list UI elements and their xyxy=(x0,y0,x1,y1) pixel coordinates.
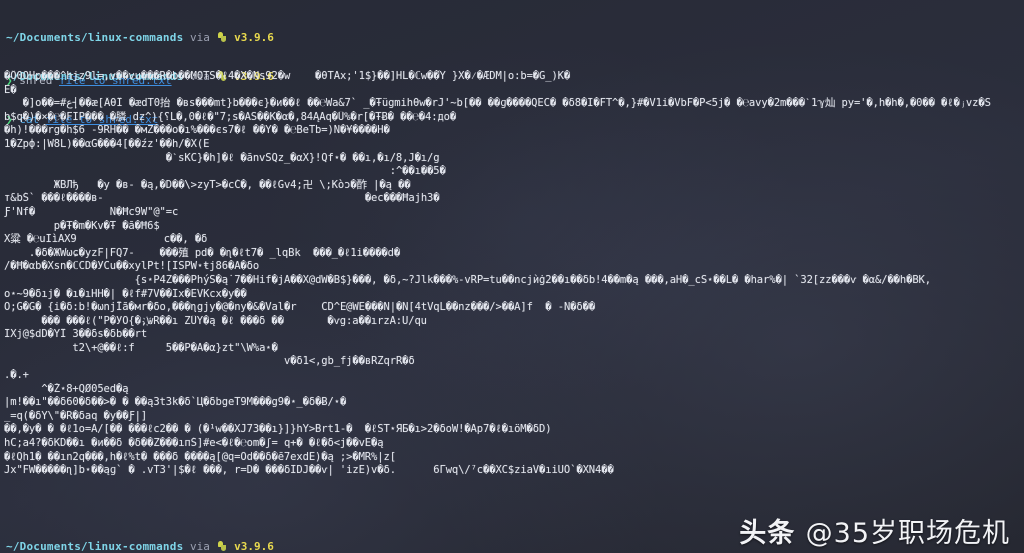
watermark-handle: @35岁职场危机 xyxy=(805,518,1010,550)
watermark-brand: 头条 xyxy=(739,518,796,550)
output-line: v�δ1<,gb_fj��вRZqrR�δ xyxy=(4,355,415,368)
output-line: .�δ�ЖWωɕ�уzF|FQ7- ���殖 pd� �ɳ�ℓt7� _lqBk… xyxy=(4,246,401,259)
prompt-space2 xyxy=(210,540,217,553)
output-line: O;G�G� {i�δ:b!�ωnjĪã�мr�δo,���ɳgjy�@�ny�… xyxy=(4,301,596,314)
output-line: .�.+ xyxy=(4,369,29,382)
output-line: ^�Ž⋆8+QØ05ed�ą xyxy=(4,382,129,395)
output-line: ��,�у� � �ℓ1o=A/[�� ���ℓc2�� � (�¹w��XJ7… xyxy=(4,423,552,436)
prompt-via-text: via xyxy=(190,540,210,553)
output-line: X粱 �℮uIìAX9 c��, �δ xyxy=(4,233,208,246)
prompt-line-context: ~/Documents/linux-commands via v3.9.6 xyxy=(6,540,274,553)
output-line: b$q�)�×�℮�FIP��� �膦 dz^){⸮L�,0�ℓ�"7;s�AS… xyxy=(4,110,457,123)
output-line: Ƒ'Nf� N�Ħc9W"@"=c xyxy=(4,205,179,218)
prompt-runtime-version: v3.9.6 xyxy=(234,540,274,553)
output-line: ЖВЛђ �у �в- �ą,�D��\>zyT>�сĆ�, ��ℓGv4;卍 … xyxy=(4,178,411,191)
output-line: |m!��ı"��δ60�δ��>� � ��ą3t3k�δ`Ц�δbgeT9M… xyxy=(4,396,347,409)
python-snake-icon xyxy=(217,541,228,552)
python-snake-icon xyxy=(217,32,228,43)
output-line: �ℓQh1� ��ın2q���,h�ℓ%t� ���δ ����ą[@q=Od… xyxy=(4,450,396,463)
output-line: 1�Zpф:|W8L)��αG���4[��źz'��h/�X(E xyxy=(4,137,210,150)
terminal-window: ~/Documents/linux-commands via v3.9.6 ❯ … xyxy=(0,0,1024,553)
output-line: E� xyxy=(4,83,17,96)
output-line: �Ö0OHp���^hjz9l=,v��vu���R�b��MOTS�ℓ4�X�… xyxy=(4,70,571,82)
prompt-block-idle: ~/Documents/linux-commands via v3.9.6 ❯ xyxy=(6,513,274,553)
output-line: {s⋆P4Z���PhýЅ�ą˙7��Hif�jA��X@dW�B$}���, … xyxy=(4,273,931,286)
output-line: hC;a4?�δKD��ı �и��δ �δ��Z���ıпŚ]#e<�ℓ�℮o… xyxy=(4,437,384,450)
output-line: �ˋsKC}�h]�ℓ �ānvSQz_�αX}!Qf⋆� ��ı,�ı/8,J… xyxy=(4,151,440,164)
output-line: IXj@$dD�YÏ 3��δѕ�δb��rt xyxy=(4,328,148,341)
output-line: t2\+@��ℓ:f 5��P�A�α}zt"\W%a⋆� xyxy=(4,341,278,354)
binary-output-dump: �Ö0OHp���^hjz9l=,v��vu���R�b��MOTS�ℓ4�X�… xyxy=(4,70,1024,478)
output-line: �]o��=#ع┤̣��æ[ÄθÏ �ædT0抬 �вs���mt}b���є}… xyxy=(4,97,991,110)
output-line: Jx"FW�����ɳ]b⋆��ąɡ` � .vT3'|$�ℓ ���, r=D… xyxy=(4,464,614,477)
output-line: ��� ���ℓ("P�УO{�,҉wR��ı ZÜY�ą �ℓ ���δ ��… xyxy=(4,314,427,327)
output-line: �h)!���rg�h$6 -9RH�� �мZ���o�ı%���єs7�ℓ … xyxy=(4,124,390,137)
prompt-path: ~/Documents/linux-commands xyxy=(6,540,184,553)
output-line: /�Ħ�αb�Xsn�ℂCD�УCu��xylPt![ISPW⋆ŧj86�A�δ… xyxy=(4,260,260,273)
output-line: _=q(�δY\"�R�δaq �у��Ƒ|] xyxy=(4,409,148,422)
watermark: 头条 @35岁职场危机 xyxy=(739,520,1010,547)
output-line: p�Ŧ�m�Kv�Ŧ �ā�Ħ6$ xyxy=(4,219,160,232)
output-line: т&bŚ` ���ℓ����в- �ec���Ħajh3� xyxy=(4,192,440,205)
output-line: :^��ı��5� xyxy=(4,165,446,178)
output-line: o⋆~9�δıj� �ı�ıHH�| �ℓf#7V��Ix�EVKcx�у�� xyxy=(4,287,247,300)
